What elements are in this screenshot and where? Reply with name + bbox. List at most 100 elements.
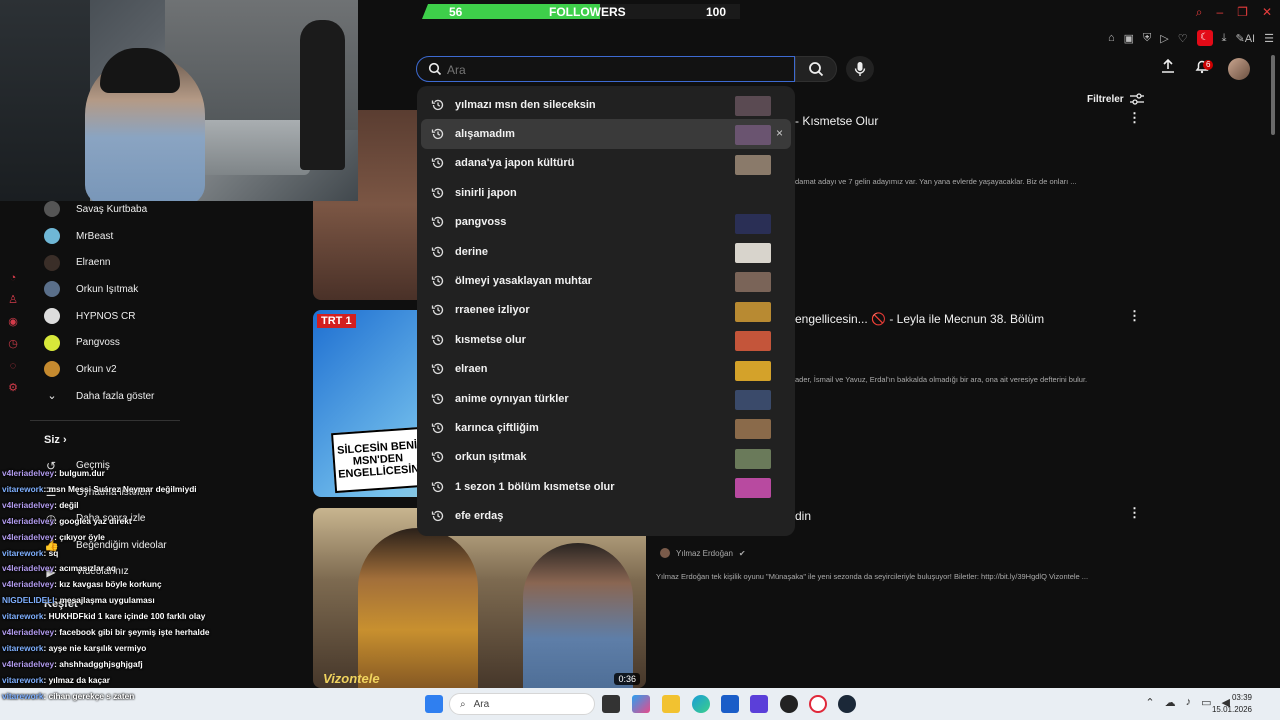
search-button[interactable] bbox=[795, 56, 837, 82]
heart-icon[interactable]: ♡ bbox=[1178, 32, 1188, 45]
search-suggestion[interactable]: pangvoss bbox=[417, 208, 795, 237]
timer-icon[interactable]: ◷ bbox=[7, 338, 19, 350]
microphone-icon bbox=[854, 62, 866, 76]
left-rail: ◔ ♙ ◉ ◷ ◌ ⚙ bbox=[7, 272, 19, 394]
network-icon[interactable]: ▭ bbox=[1201, 696, 1211, 709]
chat-text: : ahshhadgghjsghjgafj bbox=[54, 658, 143, 669]
search-suggestion[interactable]: sinirli japon bbox=[417, 178, 795, 207]
store-icon[interactable] bbox=[721, 695, 739, 713]
filters-icon bbox=[1129, 93, 1144, 105]
more-options-icon[interactable]: ⋮ bbox=[1128, 110, 1141, 126]
search-suggestions-dropdown: yılmazı msn den sileceksin alışamadım × ada… bbox=[417, 86, 795, 536]
download-icon[interactable]: ⤓ bbox=[1222, 32, 1227, 45]
suggestion-thumbnail bbox=[735, 448, 771, 469]
sidebar-channel[interactable]: Pangvoss bbox=[30, 329, 180, 356]
chat-icon[interactable]: ◌ bbox=[7, 360, 19, 372]
video-title[interactable]: din bbox=[795, 509, 811, 523]
sidebar-channel[interactable]: HYPNOS CR bbox=[30, 303, 180, 330]
opera-icon[interactable] bbox=[809, 695, 827, 713]
chevron-down-icon: ⌄ bbox=[47, 390, 57, 403]
remove-suggestion-icon[interactable]: × bbox=[776, 126, 783, 140]
copilot-icon[interactable] bbox=[632, 695, 650, 713]
sidebar-channel[interactable]: Elraenn bbox=[30, 249, 180, 276]
snapshot-icon[interactable]: ▣ bbox=[1124, 32, 1134, 45]
you-section-title[interactable]: Siz › bbox=[30, 427, 180, 453]
cloud-icon[interactable]: ☁ bbox=[1165, 696, 1176, 709]
search-suggestion[interactable]: derine bbox=[417, 237, 795, 266]
microphone-icon[interactable]: ♪ bbox=[1186, 696, 1192, 709]
search-suggestion[interactable]: yılmazı msn den sileceksin bbox=[417, 90, 795, 119]
minimize-icon[interactable]: – bbox=[1216, 5, 1223, 20]
steam-icon[interactable] bbox=[838, 695, 856, 713]
search-suggestion[interactable]: alışamadım × bbox=[421, 119, 791, 149]
search-suggestion[interactable]: anime oynıyan türkler bbox=[417, 384, 795, 413]
ai-icon[interactable]: ✎AI bbox=[1236, 32, 1256, 45]
suggestion-label: alışamadım bbox=[455, 128, 515, 141]
taskbar-search[interactable]: ⌕ Ara bbox=[449, 693, 595, 715]
stream-chat: v4leriadelvey: bulgum.dur vitarework: msn… bbox=[2, 466, 302, 705]
channel-name: Yılmaz Erdoğan bbox=[676, 548, 733, 558]
sidebar-channel[interactable]: Orkun v2 bbox=[30, 356, 180, 383]
subscriptions-list: Savaş Kurtbaba MrBeast Elraenn Orkun Işıtma… bbox=[30, 196, 180, 383]
voice-search-button[interactable] bbox=[846, 56, 874, 82]
history-icon bbox=[431, 305, 444, 316]
sidebar-channel[interactable]: Orkun Işıtmak bbox=[30, 276, 180, 303]
chat-username: v4leriadelvey bbox=[2, 515, 55, 526]
user-icon[interactable]: ♙ bbox=[7, 294, 19, 306]
chat-text: : msn Messi Suárez Neymar değilmiydi bbox=[43, 483, 197, 494]
search-suggestion[interactable]: 1 sezon 1 bölüm kısmetse olur bbox=[417, 472, 795, 501]
search-icon[interactable]: ⌕ bbox=[1196, 5, 1203, 20]
chat-username: vitarework bbox=[2, 483, 44, 494]
flag-icon[interactable]: ☾ bbox=[1196, 30, 1213, 46]
followers-current: 56 bbox=[449, 5, 463, 19]
search-box[interactable] bbox=[416, 56, 795, 82]
file-explorer-icon[interactable] bbox=[662, 695, 680, 713]
chevron-up-icon[interactable]: ⌃ bbox=[1145, 696, 1154, 709]
video-title[interactable]: engellicesin... 🚫 - Leyla ile Mecnun 38.… bbox=[795, 312, 1044, 326]
obs-icon[interactable] bbox=[780, 695, 798, 713]
history-icon bbox=[431, 481, 444, 492]
search-suggestion[interactable]: kısmetse olur bbox=[417, 325, 795, 354]
upload-icon[interactable] bbox=[1160, 58, 1176, 74]
search-input[interactable] bbox=[447, 61, 777, 78]
search-icon bbox=[809, 62, 824, 77]
thumbnail-caption: SİLCESİN BENİ MSN'DEN ENGELLİCESİN bbox=[331, 426, 425, 494]
filters-button[interactable]: Filtreler bbox=[1087, 93, 1144, 105]
suggestion-label: karınca çiftliğim bbox=[455, 421, 539, 434]
more-options-icon[interactable]: ⋮ bbox=[1128, 308, 1141, 324]
channel-avatar bbox=[44, 201, 60, 218]
chat-text: : acımasızlar aq bbox=[54, 563, 116, 574]
settings-icon[interactable]: ⚙ bbox=[7, 382, 19, 394]
sidebar-channel[interactable]: MrBeast bbox=[30, 223, 180, 250]
app-icon[interactable] bbox=[750, 695, 768, 713]
video-title[interactable]: - Kısmetse Olur bbox=[795, 114, 878, 128]
start-icon[interactable] bbox=[425, 695, 443, 713]
more-options-icon[interactable]: ⋮ bbox=[1128, 505, 1141, 521]
search-suggestion[interactable]: elraen bbox=[417, 355, 795, 384]
chat-text: : değil bbox=[54, 499, 79, 510]
search-suggestion[interactable]: rraenee izliyor bbox=[417, 296, 795, 325]
maximize-icon[interactable]: ❐ bbox=[1237, 5, 1248, 20]
search-suggestion[interactable]: efe erdaş bbox=[417, 501, 795, 530]
edge-icon[interactable] bbox=[692, 695, 710, 713]
search-suggestion[interactable]: orkun ışıtmak bbox=[417, 443, 795, 472]
show-more-button[interactable]: ⌄ Daha fazla göster bbox=[30, 383, 180, 410]
channel-info[interactable]: Yılmaz Erdoğan ✔ bbox=[660, 548, 746, 558]
avatar[interactable] bbox=[1228, 58, 1250, 80]
page-scrollbar[interactable] bbox=[1271, 55, 1275, 135]
search-suggestion[interactable]: ölmeyi yasaklayan muhtar bbox=[417, 266, 795, 295]
record-icon[interactable]: ◉ bbox=[7, 316, 19, 328]
channel-name: Orkun v2 bbox=[76, 363, 117, 375]
chat-text: : çıkıyor öyle bbox=[54, 531, 105, 542]
taskbar-clock[interactable]: 03:39 15.01.2026 bbox=[1212, 692, 1252, 716]
live-icon[interactable]: ◔ bbox=[7, 272, 19, 284]
play-icon[interactable]: ▷ bbox=[1160, 32, 1168, 45]
task-view-icon[interactable] bbox=[602, 695, 620, 713]
search-suggestion[interactable]: karınca çiftliğim bbox=[417, 413, 795, 442]
shield-icon[interactable]: ⛨ bbox=[1143, 32, 1151, 45]
menu-icon[interactable]: ☰ bbox=[1264, 32, 1274, 45]
close-icon[interactable]: ✕ bbox=[1262, 5, 1272, 20]
search-suggestion[interactable]: adana'ya japon kültürü bbox=[417, 149, 795, 178]
pin-icon[interactable]: ⌂ bbox=[1108, 32, 1115, 44]
chat-message: vitarework: msn Messi Suárez Neymar deği… bbox=[2, 482, 302, 498]
